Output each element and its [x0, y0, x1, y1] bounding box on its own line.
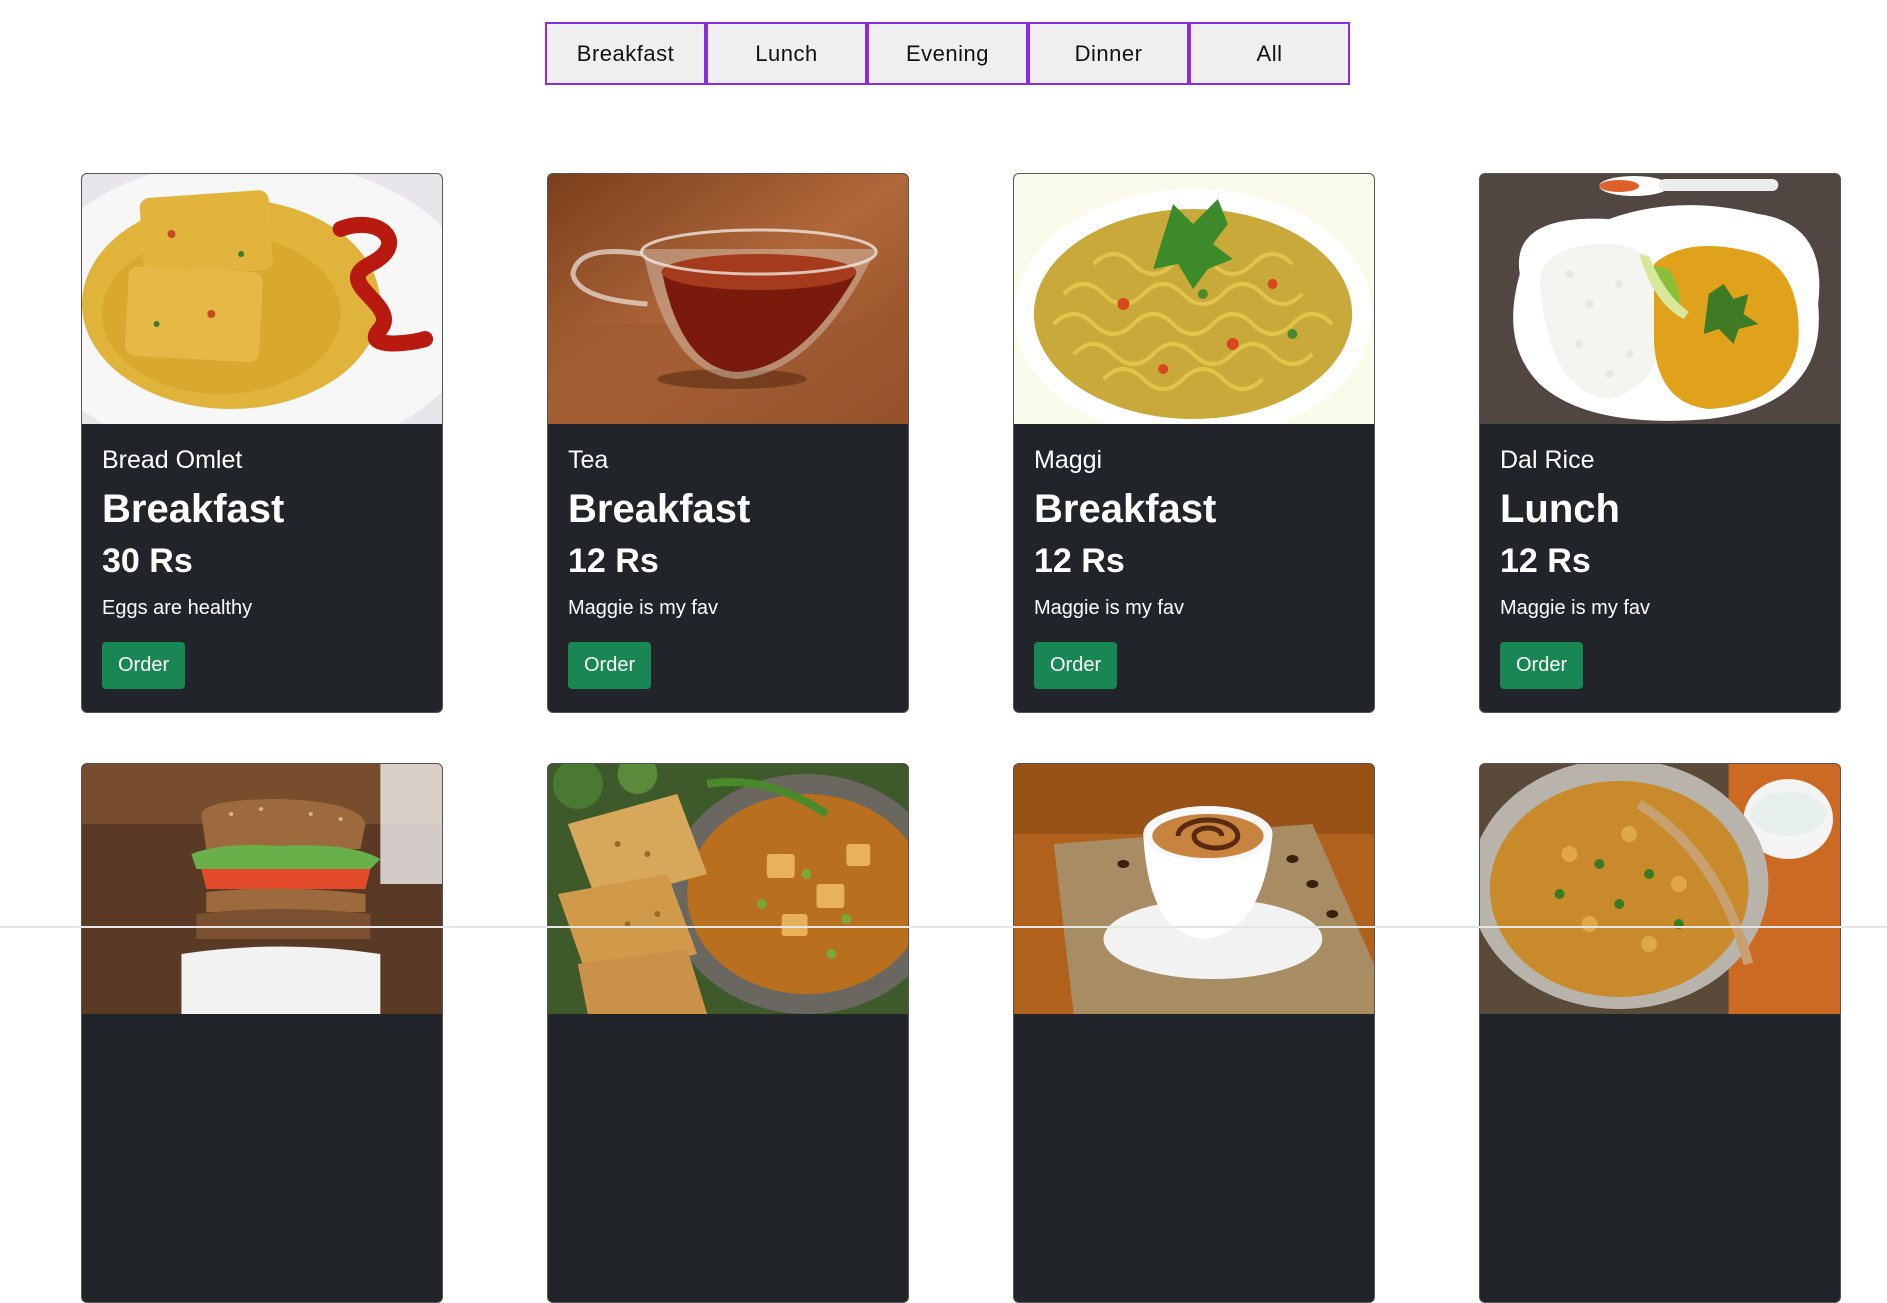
- biryani-image: [1480, 764, 1840, 1014]
- card-title: Tea: [568, 446, 609, 474]
- card-title: Maggi: [1034, 446, 1103, 474]
- card-description: Maggie is my fav: [1500, 597, 1651, 619]
- card-description: Maggie is my fav: [1034, 597, 1185, 619]
- order-button[interactable]: Order: [1500, 642, 1584, 689]
- menu-card: Bread Omlet Breakfast 30 Rs Eggs are hea…: [81, 173, 443, 713]
- coffee-image: [1014, 764, 1374, 1014]
- card-price: 30 Rs: [102, 542, 193, 580]
- category-filter-bar: Breakfast Lunch Evening Dinner All: [545, 22, 1350, 85]
- card-title: Dal Rice: [1500, 446, 1595, 474]
- filter-lunch-button[interactable]: Lunch: [706, 22, 867, 85]
- menu-card: Tea Breakfast 12 Rs Maggie is my fav Ord…: [547, 173, 909, 713]
- card-category: Breakfast: [1034, 487, 1217, 531]
- card-description: Eggs are healthy: [102, 597, 253, 619]
- card-category: Lunch: [1500, 487, 1620, 531]
- dal-rice-image: [1480, 174, 1840, 424]
- filter-all-button[interactable]: All: [1189, 22, 1350, 85]
- menu-card: Dal Rice Lunch 12 Rs Maggie is my fav Or…: [1479, 173, 1841, 713]
- menu-card: [547, 763, 909, 1303]
- card-category: Breakfast: [568, 487, 751, 531]
- card-price: 12 Rs: [1500, 542, 1591, 580]
- order-button[interactable]: Order: [568, 642, 652, 689]
- menu-card: [1479, 763, 1841, 1303]
- card-price: 12 Rs: [1034, 542, 1125, 580]
- card-title: Bread Omlet: [102, 446, 243, 474]
- order-button[interactable]: Order: [102, 642, 186, 689]
- menu-card: [1013, 763, 1375, 1303]
- paratha-curry-image: [548, 764, 908, 1014]
- card-description: Maggie is my fav: [568, 597, 719, 619]
- order-button[interactable]: Order: [1034, 642, 1118, 689]
- sandwich-image: [82, 764, 442, 1014]
- card-category: Breakfast: [102, 487, 285, 531]
- maggi-image: [1014, 174, 1374, 424]
- menu-card: [81, 763, 443, 1303]
- menu-card: Maggi Breakfast 12 Rs Maggie is my fav O…: [1013, 173, 1375, 713]
- tea-image: [548, 174, 908, 424]
- menu-card-grid: Bread Omlet Breakfast 30 Rs Eggs are hea…: [81, 173, 1841, 1303]
- filter-breakfast-button[interactable]: Breakfast: [545, 22, 706, 85]
- card-price: 12 Rs: [568, 542, 659, 580]
- filter-evening-button[interactable]: Evening: [867, 22, 1028, 85]
- bread-omlet-image: [82, 174, 442, 424]
- filter-dinner-button[interactable]: Dinner: [1028, 22, 1189, 85]
